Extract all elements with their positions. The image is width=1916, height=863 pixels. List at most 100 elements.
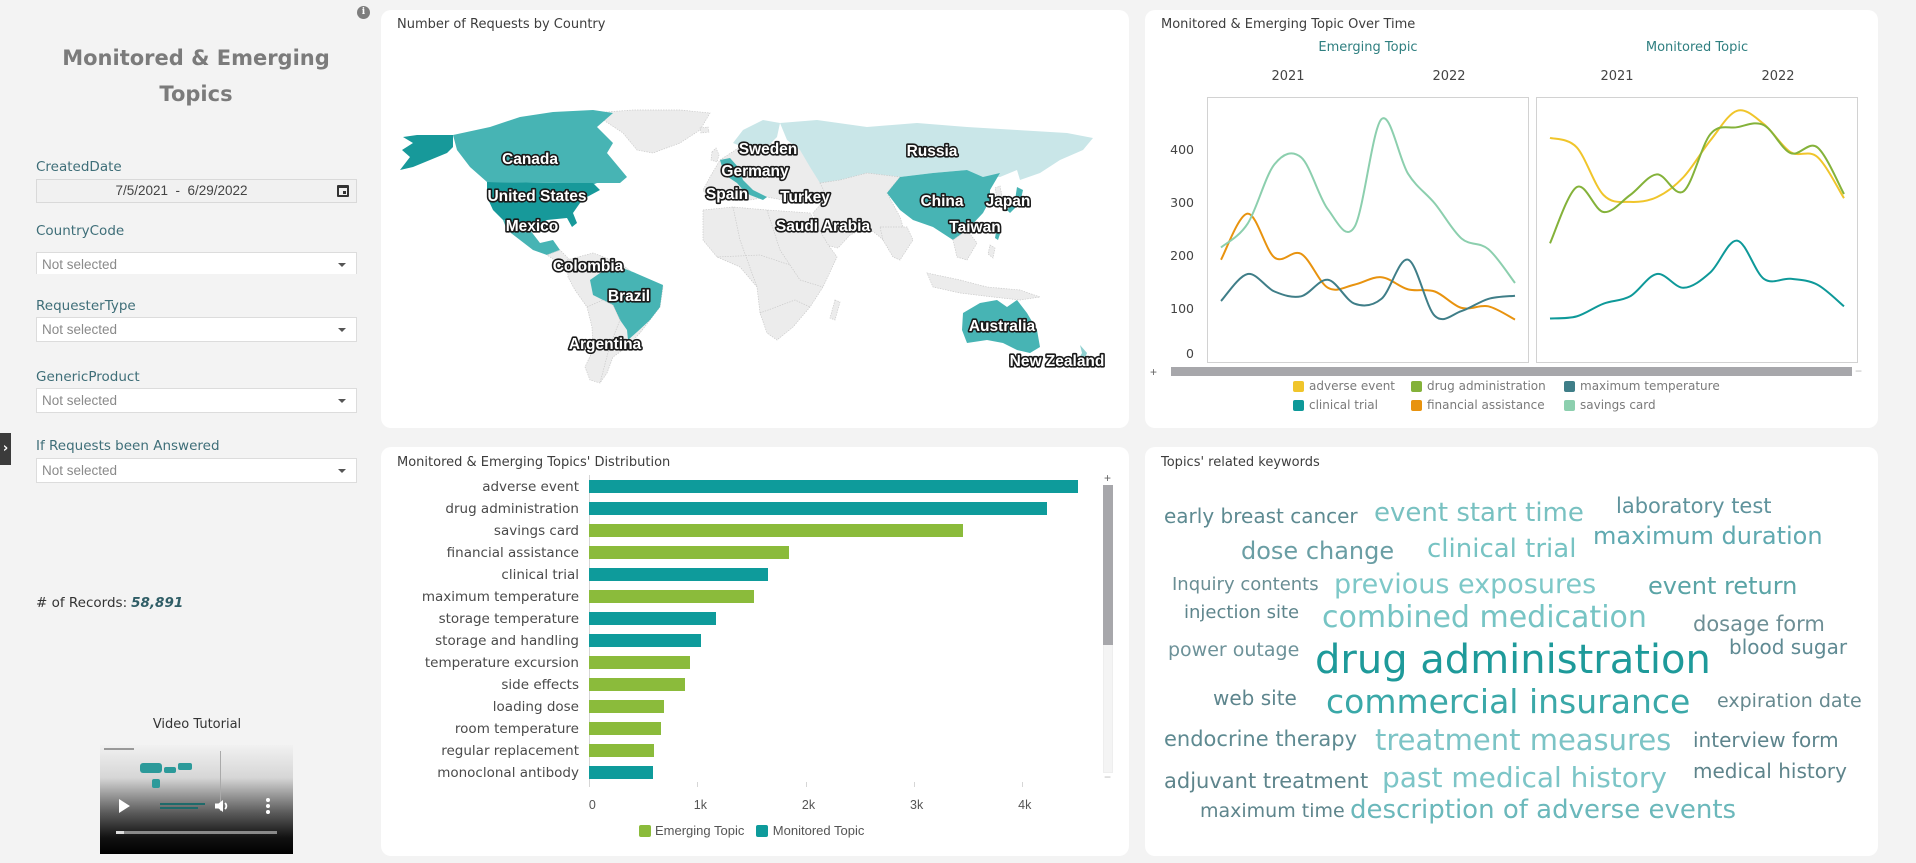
zoom-in-button[interactable]: +: [1150, 366, 1157, 378]
x-tick-mark: [805, 782, 807, 787]
video-progress-fill: [116, 831, 125, 834]
country-alaska-us[interactable]: [400, 135, 453, 170]
keyword[interactable]: commercial insurance: [1326, 685, 1690, 718]
country-uk: [710, 147, 720, 163]
keyword[interactable]: previous exposures: [1334, 571, 1596, 598]
zoom-out-button[interactable]: −: [1855, 365, 1862, 377]
keyword[interactable]: adjuvant treatment: [1164, 771, 1368, 792]
keyword[interactable]: combined medication: [1322, 603, 1647, 633]
video-thumb-detail: [152, 779, 160, 788]
keyword[interactable]: endocrine therapy: [1164, 729, 1357, 750]
keyword[interactable]: maximum duration: [1593, 524, 1823, 548]
bar-storage-and-handling[interactable]: [589, 634, 702, 648]
bar-clinical-trial[interactable]: [589, 568, 768, 582]
line-monitored-topic-clinical-trial[interactable]: [1549, 239, 1845, 320]
created-date-range-value: 7/5/2021 - 6/29/2022: [37, 180, 326, 202]
line-emerging-topic-savings-card[interactable]: [1220, 117, 1516, 284]
keyword[interactable]: clinical trial: [1427, 536, 1576, 562]
country-iceland: [699, 126, 710, 134]
keyword[interactable]: injection site: [1184, 604, 1299, 622]
bar-label-monoclonal-antibody: monoclonal antibody: [437, 764, 579, 781]
country-india: [879, 226, 914, 261]
keyword[interactable]: blood sugar: [1729, 637, 1847, 657]
y-tick-label: 400: [1170, 142, 1194, 157]
keyword[interactable]: Inquiry contents: [1172, 576, 1319, 594]
generic-product-dropdown[interactable]: Not selected: [36, 388, 357, 413]
keyword[interactable]: event start time: [1374, 500, 1584, 526]
y-axis-line: [589, 475, 590, 787]
date-end: 6/29/2022: [187, 183, 248, 198]
bar-chart-title: Monitored & Emerging Topics' Distributio…: [397, 455, 671, 470]
keyword[interactable]: dosage form: [1693, 614, 1825, 635]
line-emerging-topic-financial-assistance[interactable]: [1220, 212, 1516, 321]
bar-regular-replacement[interactable]: [589, 744, 655, 758]
bar-adverse-event[interactable]: [589, 480, 1078, 494]
keyword[interactable]: power outage: [1168, 641, 1299, 660]
video-thumb-detail: [160, 807, 198, 809]
legend-swatch-monitored-topic[interactable]: [756, 825, 769, 837]
bar-savings-card[interactable]: [589, 524, 964, 538]
calendar-icon[interactable]: [337, 185, 349, 197]
country-code-dropdown[interactable]: Not selected: [36, 252, 357, 274]
map-label-mexico: Mexico: [506, 218, 559, 235]
country-madagascar: [829, 299, 841, 321]
answered-dropdown[interactable]: Not selected: [36, 458, 357, 483]
bar-loading-dose[interactable]: [589, 700, 664, 714]
vertical-scrollbar-thumb[interactable]: [1103, 485, 1113, 645]
legend-label-emerging-topic[interactable]: Emerging Topic: [655, 824, 744, 838]
keyword[interactable]: maximum time: [1200, 802, 1345, 821]
bar-label-drug-administration: drug administration: [445, 500, 579, 517]
caret-down-icon: [338, 263, 346, 267]
keyword[interactable]: interview form: [1693, 730, 1839, 750]
bar-storage-temperature[interactable]: [589, 612, 716, 626]
play-icon[interactable]: [119, 799, 130, 813]
keyword[interactable]: drug administration: [1315, 640, 1711, 680]
legend-swatch-emerging-topic[interactable]: [638, 825, 651, 837]
requester-type-dropdown[interactable]: Not selected: [36, 317, 357, 342]
y-tick-label: 0: [1186, 346, 1194, 361]
bar-side-effects[interactable]: [589, 678, 685, 692]
bar-maximum-temperature[interactable]: [589, 590, 754, 604]
bar-label-adverse-event: adverse event: [482, 478, 579, 495]
caret-down-icon: [338, 328, 346, 332]
bar-drug-administration[interactable]: [589, 502, 1047, 516]
keyword[interactable]: event return: [1648, 574, 1797, 598]
video-progress-bar[interactable]: [116, 831, 277, 834]
legend-label: maximum temperature: [1580, 379, 1720, 393]
info-icon[interactable]: i: [357, 6, 370, 19]
date-start: 7/5/2021: [115, 183, 168, 198]
keyword[interactable]: treatment measures: [1375, 726, 1671, 755]
zoom-out-button[interactable]: −: [1104, 771, 1111, 783]
bar-financial-assistance[interactable]: [589, 546, 790, 560]
bar-temperature-excursion[interactable]: [589, 656, 690, 670]
bar-label-maximum-temperature: maximum temperature: [421, 588, 579, 605]
keyword[interactable]: description of adverse events: [1350, 797, 1736, 823]
keyword[interactable]: expiration date: [1717, 692, 1862, 711]
keyword[interactable]: laboratory test: [1616, 496, 1772, 517]
legend-label-monitored-topic[interactable]: Monitored Topic: [773, 824, 865, 838]
video-tutorial-player[interactable]: [100, 745, 293, 854]
keyword[interactable]: past medical history: [1382, 764, 1667, 792]
more-vert-icon[interactable]: [266, 798, 270, 814]
bar-room-temperature[interactable]: [589, 722, 662, 736]
map-label-germany: Germany: [721, 163, 789, 180]
map-label-saudi-arabia: Saudi Arabia: [776, 218, 871, 235]
line-chart-plot[interactable]: 0 100 200 300 400: [1145, 10, 1878, 428]
volume-icon[interactable]: [214, 799, 230, 813]
bar-monoclonal-antibody[interactable]: [589, 766, 653, 780]
bar-label-storage-temperature: storage temperature: [438, 610, 579, 627]
line-monitored-topic-drug-administration[interactable]: [1549, 122, 1845, 244]
keyword[interactable]: dose change: [1241, 539, 1394, 563]
keyword[interactable]: web site: [1213, 688, 1297, 708]
sidebar-toggle-button[interactable]: ›: [0, 433, 11, 465]
horizontal-scrollbar[interactable]: [1171, 367, 1852, 376]
x-tick-mark: [697, 782, 699, 787]
line-monitored-topic-adverse-event[interactable]: [1549, 109, 1845, 203]
keyword[interactable]: medical history: [1693, 761, 1847, 781]
line-emerging-topic-maximum-temperature[interactable]: [1220, 258, 1516, 321]
zoom-in-button[interactable]: +: [1104, 472, 1111, 484]
keyword[interactable]: early breast cancer: [1164, 506, 1358, 526]
world-map[interactable]: Canada United States Mexico Colombia Bra…: [381, 10, 1129, 428]
country-canada[interactable]: [453, 110, 627, 190]
created-date-range-input[interactable]: 7/5/2021 - 6/29/2022: [36, 179, 357, 203]
